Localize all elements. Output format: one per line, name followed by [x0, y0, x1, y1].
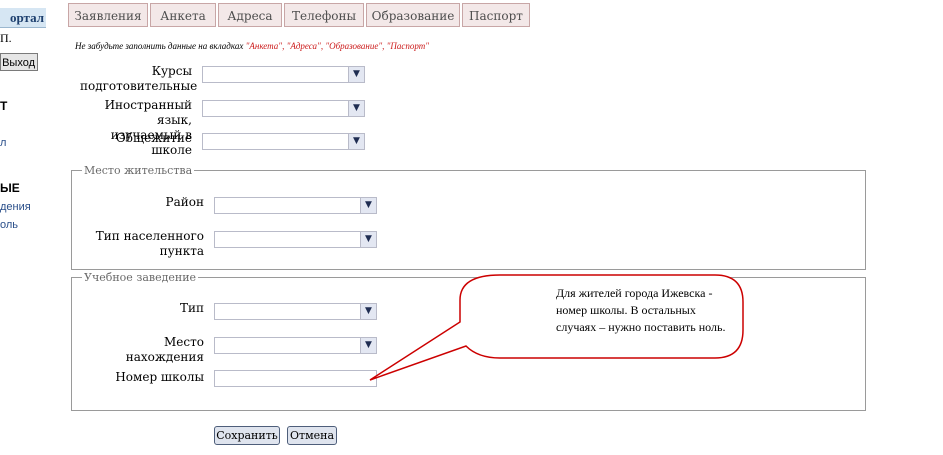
school-location-select[interactable]: ▼ — [214, 337, 377, 354]
reminder-notice: Не забудьте заполнить данные на вкладках… — [75, 41, 429, 51]
chevron-down-icon[interactable]: ▼ — [360, 304, 376, 319]
school-number-input[interactable] — [214, 370, 377, 387]
chevron-down-icon[interactable]: ▼ — [360, 232, 376, 247]
callout-text: Для жителей города Ижевска - номер школы… — [556, 285, 796, 336]
notice-text: Не забудьте заполнить данные на вкладках — [75, 41, 246, 51]
foreign-language-select[interactable]: ▼ — [202, 100, 365, 117]
sidebar-heading-1: Т — [0, 99, 8, 113]
tab-phones[interactable]: Телефоны — [284, 3, 364, 27]
user-name: П. — [0, 31, 12, 45]
save-button[interactable]: Сохранить — [214, 426, 280, 445]
chevron-down-icon[interactable]: ▼ — [360, 338, 376, 353]
courses-label: Курсы подготовительные — [80, 64, 198, 93]
dormitory-select[interactable]: ▼ — [202, 133, 365, 150]
school-type-select[interactable]: ▼ — [214, 303, 377, 320]
courses-select[interactable]: ▼ — [202, 66, 365, 83]
school-legend: Учебное заведение — [84, 271, 197, 284]
chevron-down-icon[interactable]: ▼ — [348, 67, 364, 82]
sidebar-link-applications[interactable]: дения — [0, 201, 31, 213]
chevron-down-icon[interactable]: ▼ — [360, 198, 376, 213]
tab-profile[interactable]: Анкета — [150, 3, 216, 27]
tab-applications[interactable]: Заявления — [68, 3, 148, 27]
foreign-language-label: Иностранный язык, изучаемый в школе — [104, 98, 192, 157]
notice-tabs-list: "Анкета", "Адреса", "Образование", "Пасп… — [245, 41, 430, 51]
sidebar-link-fragment[interactable]: л — [0, 137, 6, 149]
residence-legend: Место жительства — [84, 164, 193, 177]
settlement-type-select[interactable]: ▼ — [214, 231, 377, 248]
chevron-down-icon[interactable]: ▼ — [348, 134, 364, 149]
tab-passport[interactable]: Паспорт — [462, 3, 530, 27]
portal-header: ортал — [0, 8, 46, 28]
callout-line-2: номер школы. В остальных — [556, 303, 696, 317]
school-number-label: Номер школы — [115, 370, 204, 384]
sidebar-heading-2: ЫЕ — [0, 181, 20, 195]
sidebar: ортал П. Выход Т л ЫЕ дения оль — [0, 0, 50, 455]
school-type-label: Тип — [180, 301, 204, 315]
chevron-down-icon[interactable]: ▼ — [348, 101, 364, 116]
tab-education[interactable]: Образование — [366, 3, 460, 27]
exit-button[interactable]: Выход — [0, 53, 38, 71]
dormitory-label: Общежитие — [115, 131, 192, 145]
sidebar-link-password[interactable]: оль — [0, 219, 18, 231]
settlement-type-label: Тип населенного пункта — [95, 229, 204, 258]
cancel-button[interactable]: Отмена — [287, 426, 337, 445]
callout-line-3: случаях – нужно поставить ноль. — [556, 320, 726, 334]
school-location-label: Место нахождения — [125, 335, 204, 364]
district-label: Район — [165, 195, 204, 209]
callout-line-1: Для жителей города Ижевска - — [556, 286, 713, 300]
tab-addresses[interactable]: Адреса — [218, 3, 282, 27]
district-select[interactable]: ▼ — [214, 197, 377, 214]
